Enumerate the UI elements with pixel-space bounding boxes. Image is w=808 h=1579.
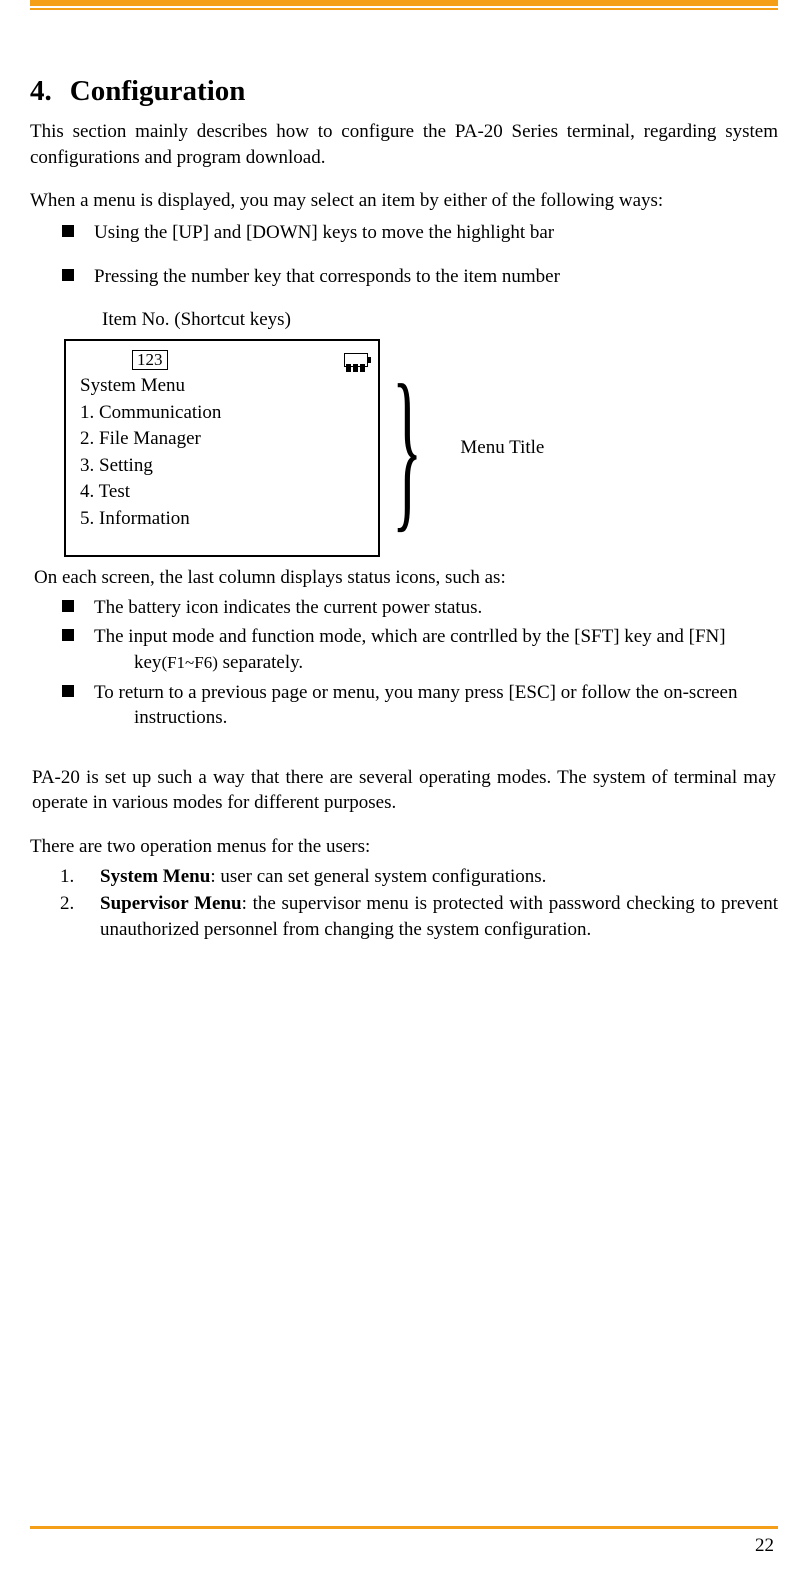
menu-select-item-1-text: Using the [UP] and [DOWN] keys to move t… (94, 222, 554, 243)
battery-cell-2 (353, 364, 358, 372)
section-number: 4. (30, 72, 52, 111)
screen-menu-item-5: 5. Information (80, 506, 368, 533)
status-bullet-3-sub: instructions. (94, 705, 778, 731)
annotation-text: Menu Title (460, 435, 544, 461)
screen-menu-item-4: 4. Test (80, 479, 368, 506)
menu-select-lead: When a menu is displayed, you may select… (30, 188, 778, 214)
screen-menu-item-3: 3. Setting (80, 453, 368, 480)
menu-select-item-2-text: Pressing the number key that corresponds… (94, 266, 560, 287)
device-screen: 123 System Menu 1. Communication 2. File… (64, 339, 380, 557)
ops-item-2-bold: Supervisor Menu (100, 893, 242, 914)
battery-body (344, 353, 368, 367)
menu-select-item-1: Using the [UP] and [DOWN] keys to move t… (30, 220, 778, 246)
shortcut-keys-label: Item No. (Shortcut keys) (102, 307, 778, 333)
screen-row: 123 System Menu 1. Communication 2. File… (64, 339, 778, 557)
status-bullet-1-text: The battery icon indicates the current p… (94, 597, 482, 618)
status-bullet-2-text: The input mode and function mode, which … (94, 626, 726, 647)
brace-icon: } (392, 380, 422, 515)
menu-select-item-2: Pressing the number key that corresponds… (30, 264, 778, 290)
battery-icon (344, 353, 368, 367)
page-root: 4. Configuration This section mainly desc… (0, 0, 808, 1579)
section-heading: 4. Configuration (30, 72, 778, 111)
status-bullet-2-sub: key(F1~F6) separately. (94, 650, 778, 676)
ops-item-2: 2. Supervisor Menu: the supervisor menu … (60, 891, 778, 942)
status-bar: 123 (80, 349, 368, 371)
after-screen-text: On each screen, the last column displays… (34, 565, 778, 591)
header-rule (30, 0, 778, 8)
status-bullet-2: The input mode and function mode, which … (30, 624, 778, 675)
ops-item-1: 1. System Menu: user can set general sys… (60, 864, 778, 890)
screen-menu-item-1: 1. Communication (80, 400, 368, 427)
ops-item-1-bold: System Menu (100, 866, 210, 887)
modes-paragraph: PA-20 is set up such a way that there ar… (32, 765, 776, 816)
ops-item-2-number: 2. (60, 891, 74, 917)
battery-cell-3 (360, 364, 365, 372)
page-number: 22 (755, 1533, 774, 1559)
menu-title-annotation: } Menu Title (392, 380, 544, 515)
status-bullet-1: The battery icon indicates the current p… (30, 595, 778, 621)
fn-note: (F1~F6) (161, 653, 217, 672)
ops-list: 1. System Menu: user can set general sys… (60, 864, 778, 943)
screen-menu-item-2: 2. File Manager (80, 426, 368, 453)
ops-item-1-rest: : user can set general system configurat… (210, 866, 546, 887)
status-bullet-3-text: To return to a previous page or menu, yo… (94, 682, 737, 703)
status-icons-list: The battery icon indicates the current p… (30, 595, 778, 731)
footer-rule (30, 1526, 778, 1529)
ops-item-1-number: 1. (60, 864, 74, 890)
ops-intro: There are two operation menus for the us… (30, 834, 778, 860)
input-mode-indicator: 123 (132, 350, 168, 370)
screen-menu-title: System Menu (80, 373, 368, 400)
status-bullet-3: To return to a previous page or menu, yo… (30, 680, 778, 731)
intro-paragraph: This section mainly describes how to con… (30, 119, 778, 170)
section-title: Configuration (70, 75, 246, 107)
menu-select-list: Using the [UP] and [DOWN] keys to move t… (30, 220, 778, 289)
battery-cell-1 (346, 364, 351, 372)
header-gap (30, 8, 778, 72)
